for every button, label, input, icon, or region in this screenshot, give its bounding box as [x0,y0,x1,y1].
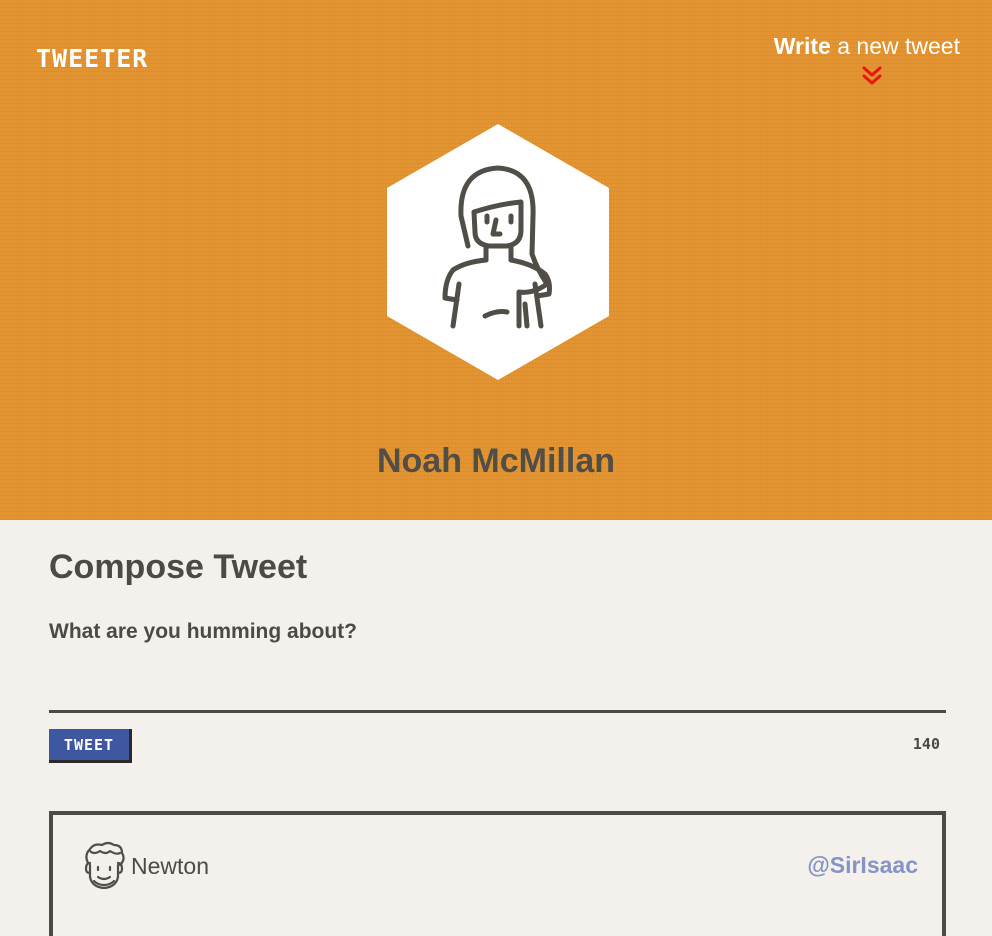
tweet-button[interactable]: TWEET [49,729,132,763]
tweet-card: Newton @SirIsaac [49,811,946,936]
double-chevron-down-icon[interactable] [860,66,884,86]
profile-header: TWEETER Write a new tweet Noah McMillan [0,0,992,520]
write-new-tweet-link[interactable]: Write a new tweet [774,33,960,60]
brand-logo[interactable]: TWEETER [36,44,148,73]
compose-label: What are you humming about? [49,620,357,643]
bearded-man-icon [84,841,125,890]
character-counter: 140 [912,735,940,753]
profile-name: Noah McMillan [376,442,616,480]
compose-title: Compose Tweet [49,548,308,586]
tweet-author-name: Newton [131,853,209,879]
write-link-rest: a new tweet [830,33,960,59]
tweet-author-handle[interactable]: @SirIsaac [807,852,918,879]
write-link-bold: Write [773,33,831,59]
woman-avatar-icon [387,124,609,380]
tweet-text-input[interactable] [49,664,946,713]
